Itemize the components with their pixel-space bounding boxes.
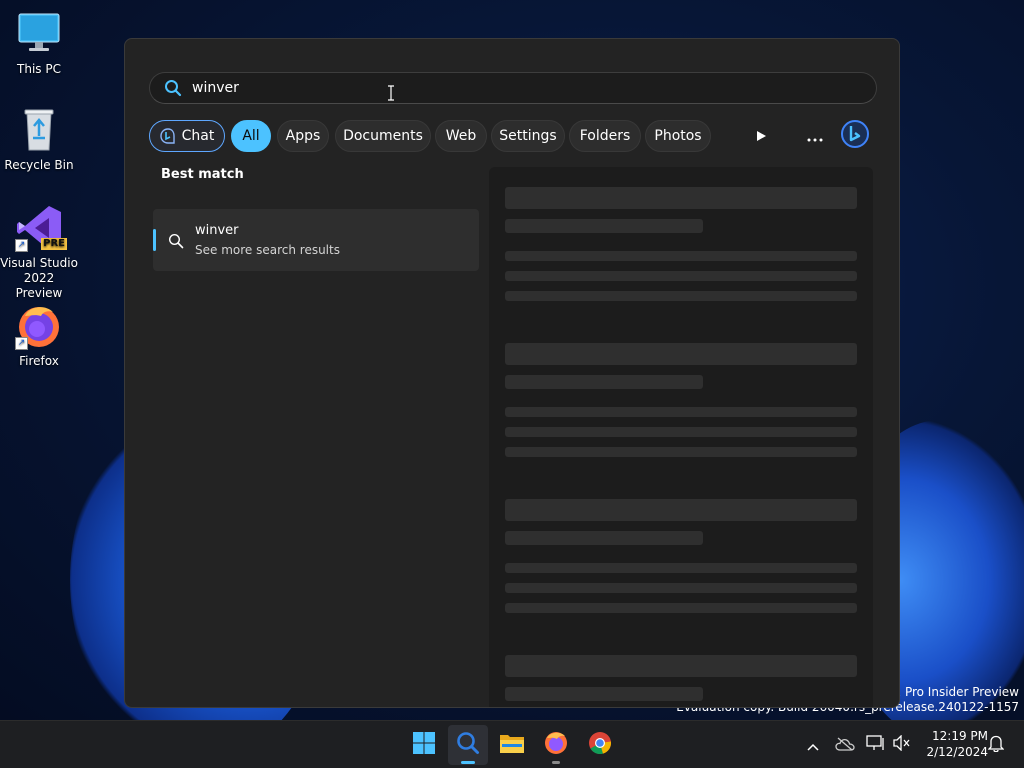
volume-tray[interactable] bbox=[892, 734, 912, 755]
monitor-icon bbox=[15, 10, 63, 58]
best-match-title: winver bbox=[195, 223, 239, 238]
filter-documents-label: Documents bbox=[343, 128, 423, 144]
network-icon bbox=[866, 735, 886, 755]
filter-settings[interactable]: Settings bbox=[491, 120, 565, 152]
desktop-icon-label: This PC bbox=[17, 62, 61, 76]
best-match-heading: Best match bbox=[161, 167, 244, 182]
best-match-item[interactable]: winver See more search results bbox=[153, 209, 479, 271]
skeleton-subtitle bbox=[505, 531, 703, 545]
skeleton-title bbox=[505, 655, 857, 677]
clock-date: 2/12/2024 bbox=[926, 745, 988, 759]
preview-badge: PRE bbox=[41, 238, 67, 250]
active-indicator bbox=[461, 761, 475, 764]
best-match-subtitle: See more search results bbox=[195, 243, 340, 257]
desktop-icon-this-pc[interactable]: This PC bbox=[0, 10, 78, 77]
visual-studio-icon: PRE ↗ bbox=[15, 204, 67, 252]
desktop-icon-label: Firefox bbox=[19, 354, 59, 368]
taskbar-search-button[interactable] bbox=[448, 725, 488, 765]
onedrive-tray[interactable] bbox=[835, 735, 855, 755]
filter-settings-label: Settings bbox=[499, 128, 557, 144]
desktop-icon-firefox[interactable]: ↗ Firefox bbox=[0, 302, 78, 369]
chrome-icon bbox=[588, 731, 612, 759]
skeleton-line bbox=[505, 583, 857, 593]
filter-chat[interactable]: Chat bbox=[149, 120, 225, 152]
more-options-button[interactable] bbox=[799, 120, 831, 152]
windows-logo-icon bbox=[412, 731, 436, 759]
skeleton-line bbox=[505, 407, 857, 417]
text-cursor-icon bbox=[387, 85, 394, 101]
filter-apps[interactable]: Apps bbox=[277, 120, 329, 152]
skeleton-line bbox=[505, 603, 857, 613]
ellipsis-icon bbox=[807, 127, 823, 146]
clock-time: 12:19 PM bbox=[932, 729, 988, 743]
show-hidden-icons-button[interactable] bbox=[803, 735, 823, 755]
taskbar-file-explorer[interactable] bbox=[492, 725, 532, 765]
bing-button[interactable] bbox=[839, 120, 871, 152]
skeleton-title bbox=[505, 187, 857, 209]
bell-icon bbox=[987, 734, 1005, 756]
cloud-offline-icon bbox=[835, 736, 855, 755]
skeleton-subtitle bbox=[505, 687, 703, 701]
more-filters-button[interactable] bbox=[745, 120, 777, 152]
filter-photos[interactable]: Photos bbox=[645, 120, 711, 152]
search-icon bbox=[164, 79, 182, 97]
filter-web-label: Web bbox=[445, 128, 477, 144]
folder-icon bbox=[499, 732, 525, 758]
skeleton-line bbox=[505, 271, 857, 281]
filter-documents[interactable]: Documents bbox=[335, 120, 431, 152]
preview-pane-loading bbox=[489, 167, 873, 707]
desktop-icon-label: Visual Studio 2022 Preview bbox=[0, 256, 78, 300]
filter-apps-label: Apps bbox=[285, 128, 321, 144]
selection-indicator bbox=[153, 229, 156, 251]
skeleton-line bbox=[505, 251, 857, 261]
notifications-button[interactable] bbox=[986, 735, 1006, 755]
taskbar-chrome[interactable] bbox=[580, 725, 620, 765]
search-result-icon bbox=[168, 233, 184, 249]
desktop-icon-label: Recycle Bin bbox=[4, 158, 74, 172]
filter-all[interactable]: All bbox=[231, 120, 271, 152]
chevron-up-icon bbox=[807, 736, 819, 755]
firefox-icon: ↗ bbox=[15, 302, 63, 350]
play-arrow-icon bbox=[755, 127, 767, 146]
filter-folders[interactable]: Folders bbox=[569, 120, 641, 152]
search-box[interactable] bbox=[149, 72, 877, 104]
search-icon bbox=[456, 731, 480, 759]
running-indicator bbox=[552, 761, 560, 764]
results-list: Best match winver See more search result… bbox=[153, 167, 479, 271]
skeleton-subtitle bbox=[505, 375, 703, 389]
network-tray[interactable] bbox=[866, 735, 886, 755]
shortcut-arrow-icon: ↗ bbox=[15, 239, 28, 252]
taskbar-clock[interactable]: 12:19 PM 2/12/2024 bbox=[918, 728, 988, 760]
search-panel: Chat All Apps Documents Web Settings Fol… bbox=[124, 38, 900, 708]
bing-chat-icon bbox=[159, 128, 176, 144]
filter-folders-label: Folders bbox=[579, 128, 631, 144]
skeleton-subtitle bbox=[505, 219, 703, 233]
taskbar-firefox[interactable] bbox=[536, 725, 576, 765]
start-button[interactable] bbox=[404, 725, 444, 765]
filter-web[interactable]: Web bbox=[435, 120, 487, 152]
filter-photos-label: Photos bbox=[654, 128, 702, 144]
speaker-muted-icon bbox=[893, 734, 911, 755]
desktop-icon-visual-studio[interactable]: PRE ↗ Visual Studio 2022 Preview bbox=[0, 204, 78, 301]
recycle-bin-icon bbox=[15, 106, 63, 154]
taskbar: 12:19 PM 2/12/2024 bbox=[0, 720, 1024, 768]
skeleton-line bbox=[505, 563, 857, 573]
firefox-icon bbox=[543, 730, 569, 760]
filter-chat-label: Chat bbox=[181, 128, 215, 144]
filter-bar: Chat All Apps Documents Web Settings Fol… bbox=[149, 120, 877, 154]
bing-icon bbox=[840, 119, 870, 153]
desktop-icon-recycle-bin[interactable]: Recycle Bin bbox=[0, 106, 78, 173]
search-input[interactable] bbox=[192, 80, 792, 96]
skeleton-title bbox=[505, 343, 857, 365]
filter-all-label: All bbox=[242, 128, 260, 144]
skeleton-line bbox=[505, 291, 857, 301]
skeleton-line bbox=[505, 427, 857, 437]
skeleton-title bbox=[505, 499, 857, 521]
shortcut-arrow-icon: ↗ bbox=[15, 337, 28, 350]
skeleton-line bbox=[505, 447, 857, 457]
